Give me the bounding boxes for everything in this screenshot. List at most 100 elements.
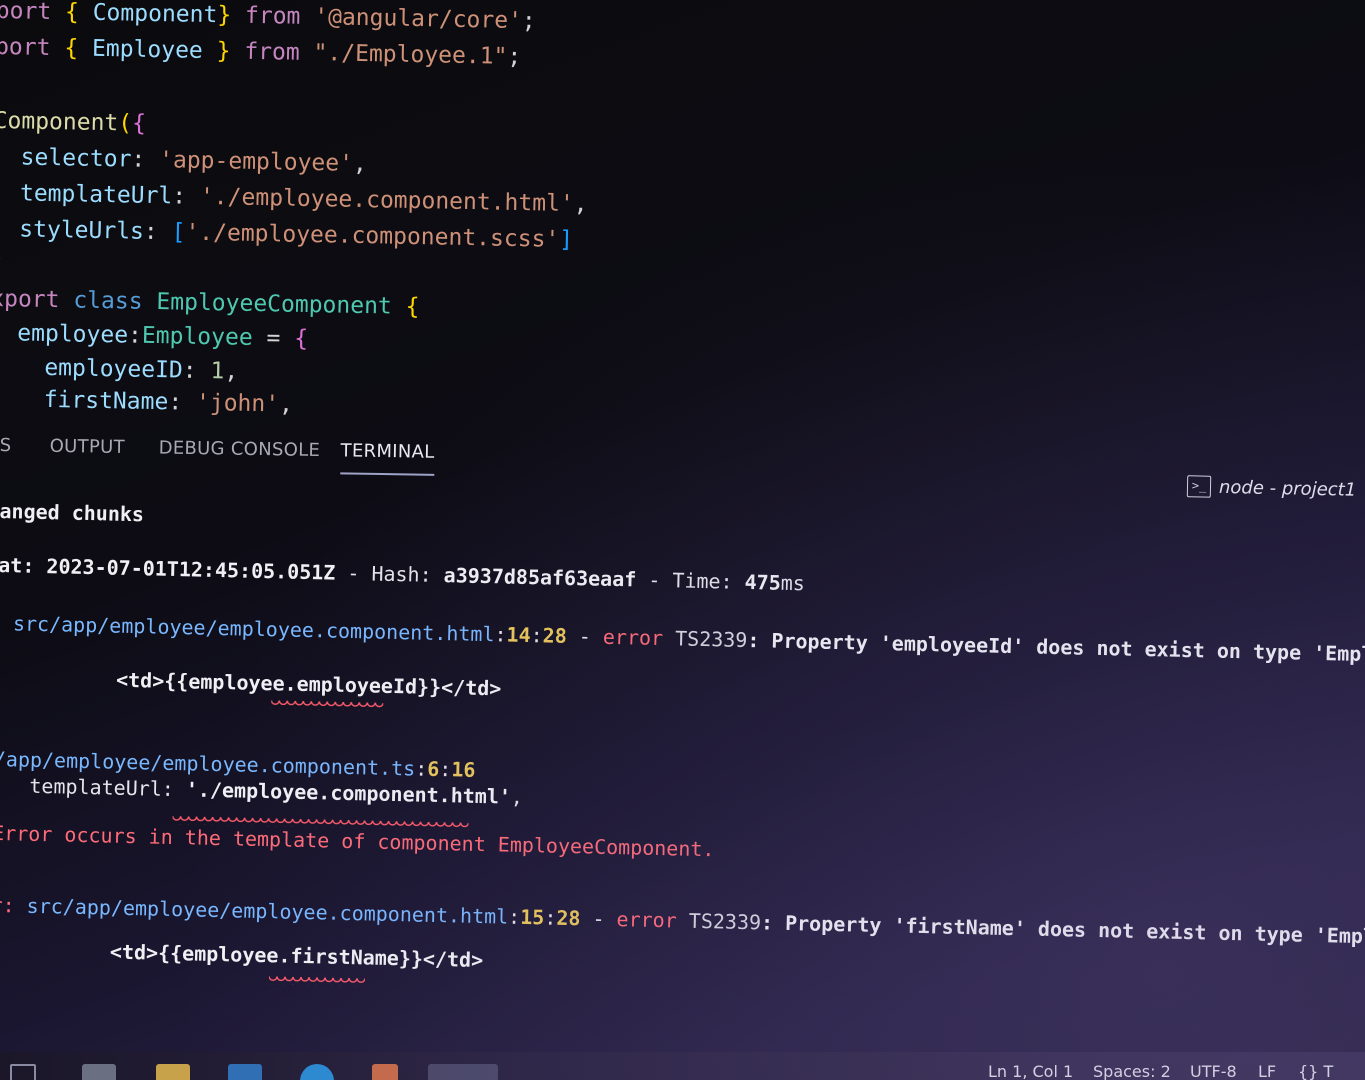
terminal-token: - Hash: [335,560,444,588]
code-token: { [405,293,420,321]
code-token: Component [0,107,119,137]
code-editor[interactable]: port { Component} from '@angular/core'; p… [0,0,1365,451]
briefcase-icon[interactable] [82,1064,116,1080]
terminal-token: does not exist on type [1025,916,1316,947]
terminal-token: './employee.component.html' [185,777,512,809]
language-mode[interactable]: {} T [1298,1062,1333,1080]
terminal-token: 475 [744,569,782,595]
code-token: : [143,218,172,246]
code-token: [ [171,219,186,246]
code-token: from [244,38,314,67]
terminal-selector[interactable]: >_ node - project1 [1186,472,1357,504]
folder-icon[interactable] [156,1064,190,1080]
code-token: { [64,0,93,26]
code-token: port [0,33,65,62]
terminal-token: 15 [519,904,545,930]
task-view-icon[interactable] [10,1064,36,1080]
terminal-token: a3937d85af63eaaf [443,563,637,592]
tab-terminal[interactable]: TERMINAL [340,436,435,476]
code-token: : [182,357,211,385]
active-tab-indicator [340,472,435,476]
terminal-token: - [566,623,604,649]
code-token: } [217,2,246,29]
code-line: ) [0,242,5,276]
code-token: , [278,391,294,418]
terminal-token: 'Employee' [1314,922,1365,950]
error-squiggle [271,700,384,711]
app-icon[interactable] [372,1064,398,1080]
code-token: from [244,2,315,31]
terminal-token: 14 [506,622,531,648]
terminal-token: <td>{{employee.firstName}}</td> [0,936,484,973]
terminal-token: : [530,623,543,648]
terminal-token: 28 [556,905,581,931]
code-line: selector: 'app-employee', [0,140,367,181]
code-token: ) [0,245,6,273]
terminal-token: templateUrl: [0,772,187,802]
code-line: firstName: 'john', [0,382,293,422]
code-token: : [131,146,160,174]
terminal-output[interactable]: anged chunks at: 2023-07-01T12:45:05.051Z… [0,490,1365,1080]
code-token: { [293,325,309,352]
code-token: ] [559,226,574,254]
terminal-line: src/app/employee/employee.component.html… [1,608,1365,671]
code-token: = [266,325,295,352]
code-token: { [64,35,93,62]
terminal-token: : Property [747,627,881,655]
code-token: 'john' [195,389,280,418]
terminal-token: 6 [426,756,440,782]
terminal-token: : Property [760,910,894,938]
vscode-icon[interactable] [428,1064,498,1080]
code-token: : [168,389,197,416]
terminal-token: , [510,784,524,809]
terminal-token: error [602,624,676,651]
code-token: employee [0,319,129,349]
code-token: ( [118,110,133,137]
terminal-line: anged chunks [0,496,144,529]
error-squiggle [268,976,366,987]
tab-output[interactable]: OUTPUT [49,432,125,463]
code-token: } [216,38,245,65]
terminal-token: 28 [542,623,568,648]
terminal-prompt-icon: >_ [1186,475,1212,498]
terminal-token: : [439,757,452,782]
code-token: port [0,0,66,26]
terminal-token: 'firstName' [893,913,1027,941]
terminal-token: at: [0,552,47,579]
indentation[interactable]: Spaces: 2 [1093,1062,1171,1080]
tab-problems[interactable]: S [0,431,12,461]
terminal-token: ms [780,570,806,596]
terminal-token: src/app/employee/employee.component.html [0,611,495,647]
encoding[interactable]: UTF-8 [1190,1062,1237,1080]
code-token: firstName [0,385,169,416]
terminal-token: : [544,905,557,930]
code-token: , [352,150,368,178]
terminal-token: TS2339 [688,908,762,935]
terminal-token: does not exist on type [1023,634,1314,665]
terminal-token: - [580,906,617,932]
code-token: EmployeeComponent [156,289,406,320]
code-token: '@angular/core' [314,4,523,35]
terminal-token: : [494,622,507,647]
code-token: , [573,191,588,218]
terminal-line: <td>{{employee.employeeId}}</td> [0,662,502,703]
end-of-line[interactable]: LF [1258,1062,1276,1080]
screen: port { Component} from '@angular/core'; p… [0,0,1365,1080]
code-token: , [224,358,239,385]
terminal-token: 2023-07-01T12:45:05.051Z [46,554,336,585]
status-bar: Ln 1, Col 1 Spaces: 2 UTF-8 LF {} T [0,1052,1365,1080]
code-token: ; [521,8,537,35]
code-token: 'app-employee' [158,147,354,177]
terminal-token: - Time: [636,567,745,594]
terminal-token: r: [0,892,15,918]
code-token: Component [92,0,218,29]
code-token: employeeID [0,353,184,384]
code-token: class [73,287,157,316]
terminal-token: 'employeeId' [879,631,1025,659]
tab-debug-console[interactable]: DEBUG CONSOLE [158,433,320,466]
terminal-line: <td>{{employee.firstName}}</td> [0,934,484,975]
mail-icon[interactable] [228,1064,262,1080]
cursor-position[interactable]: Ln 1, Col 1 [988,1062,1073,1080]
code-token: './employee.component.html' [199,183,575,218]
browser-icon[interactable] [300,1064,334,1080]
